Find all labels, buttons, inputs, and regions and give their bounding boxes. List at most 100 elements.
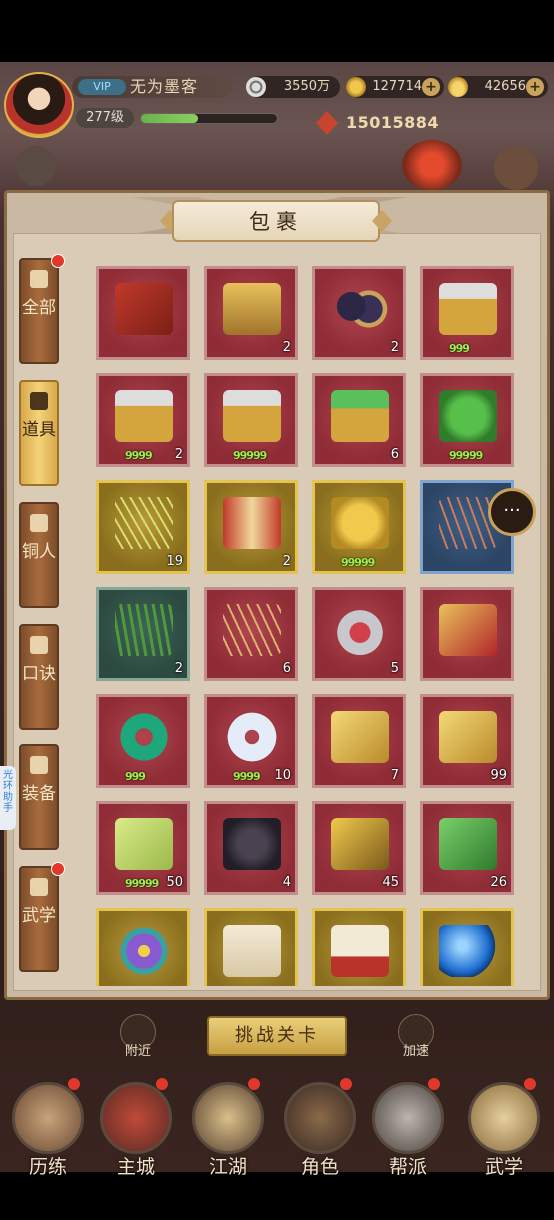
item-count: 19 bbox=[166, 554, 183, 569]
nav-martial-arts[interactable]: 武学 bbox=[464, 1078, 544, 1178]
item-slot[interactable] bbox=[96, 266, 190, 360]
item-slot[interactable]: 99999 bbox=[312, 480, 406, 574]
item-slot[interactable]: 19 bbox=[96, 480, 190, 574]
item-slot[interactable] bbox=[312, 908, 406, 986]
item-slot[interactable] bbox=[420, 587, 514, 681]
qianji-box-icon bbox=[331, 925, 389, 977]
nav-label: 主城 bbox=[116, 1156, 155, 1178]
player-name: 无为墨客 bbox=[130, 77, 199, 96]
tab-martial-arts[interactable]: 武学 bbox=[19, 862, 65, 972]
combat-power: 15015884 bbox=[316, 111, 439, 135]
shang-token-icon bbox=[439, 604, 497, 656]
nav-label: 帮派 bbox=[388, 1156, 427, 1178]
item-slot[interactable]: 9999 2 bbox=[96, 373, 190, 467]
assistant-side-tab[interactable]: 光环助手 bbox=[0, 766, 16, 830]
nav-main-city[interactable]: 主城 bbox=[96, 1078, 176, 1178]
tab-label: 口诀 bbox=[22, 664, 56, 684]
tab-label: 全部 bbox=[22, 298, 56, 318]
nav-training[interactable]: 历练 bbox=[8, 1078, 88, 1178]
tab-formula[interactable]: 口诀 bbox=[19, 624, 59, 730]
nearby-button[interactable]: 附近 bbox=[116, 1014, 160, 1059]
item-slot[interactable]: 26 bbox=[420, 801, 514, 895]
player-avatar[interactable] bbox=[4, 72, 74, 138]
weapon-chest-icon bbox=[439, 283, 497, 335]
item-count: 26 bbox=[490, 875, 507, 890]
item-slot[interactable]: 6 bbox=[204, 587, 298, 681]
item-slot[interactable]: 2 bbox=[204, 480, 298, 574]
nav-guild[interactable]: 帮派 bbox=[368, 1078, 448, 1178]
gold-ingot-icon bbox=[346, 77, 366, 97]
add-yuanbao-button[interactable]: + bbox=[526, 78, 544, 96]
chat-bubble-button[interactable]: ··· bbox=[488, 488, 536, 536]
item-slot[interactable]: 9999 10 bbox=[204, 694, 298, 788]
tab-label: 武学 bbox=[22, 906, 56, 926]
currency-yuanbao: 42656 + bbox=[448, 76, 548, 98]
item-count: 50 bbox=[166, 875, 183, 890]
nav-jianghu[interactable]: 江湖 bbox=[188, 1078, 268, 1178]
exp-bar-fill bbox=[141, 114, 199, 123]
item-count: 2 bbox=[282, 554, 291, 569]
item-slot[interactable]: 99999 50 bbox=[96, 801, 190, 895]
currency-silver: 3550万 bbox=[246, 76, 340, 98]
item-count: 2 bbox=[282, 340, 291, 355]
item-count: 2 bbox=[390, 340, 399, 355]
item-count: 99 bbox=[490, 768, 507, 783]
event-gift-icon[interactable] bbox=[494, 146, 538, 190]
pavilion-icon[interactable] bbox=[16, 146, 56, 186]
jade-tablet-icon bbox=[115, 818, 173, 870]
item-count: 6 bbox=[390, 447, 399, 462]
character-icon bbox=[284, 1082, 356, 1154]
speedup-button[interactable]: 加速 bbox=[394, 1014, 438, 1059]
qianji-scroll-icon bbox=[223, 925, 281, 977]
rouge-box-icon bbox=[331, 604, 389, 656]
armor-icon bbox=[30, 756, 48, 774]
item-slot[interactable]: 45 bbox=[312, 801, 406, 895]
item-slot[interactable]: 99999 bbox=[420, 373, 514, 467]
item-slot[interactable]: 99 bbox=[420, 694, 514, 788]
notification-dot bbox=[248, 1078, 260, 1090]
jianghu-icon bbox=[192, 1082, 264, 1154]
bronze-man-icon bbox=[30, 514, 48, 532]
tab-items[interactable]: 道具 bbox=[19, 380, 59, 486]
gold-ore-icon bbox=[331, 711, 389, 763]
item-level: 999 bbox=[449, 342, 470, 355]
item-slot[interactable]: 999 bbox=[96, 694, 190, 788]
flower-icon bbox=[115, 925, 173, 977]
challenge-stage-button[interactable]: 挑战关卡 bbox=[207, 1016, 347, 1056]
dark-orbs-icon bbox=[331, 283, 389, 335]
item-slot[interactable]: 2 bbox=[96, 587, 190, 681]
te-stone-icon bbox=[331, 818, 389, 870]
event-lantern-icon[interactable] bbox=[402, 140, 462, 190]
status-bar-area bbox=[0, 0, 554, 62]
tab-bronze-man[interactable]: 铜人 bbox=[19, 502, 59, 608]
currency-silver-value: 3550万 bbox=[283, 79, 330, 94]
scroll-icon bbox=[30, 636, 48, 654]
blue-orb-icon bbox=[439, 925, 497, 977]
item-slot[interactable]: 4 bbox=[204, 801, 298, 895]
notification-dot bbox=[156, 1078, 168, 1090]
scrolls-icon bbox=[468, 1082, 540, 1154]
add-gold-button[interactable]: + bbox=[422, 78, 440, 96]
item-count: 5 bbox=[390, 661, 399, 676]
item-level: 99999 bbox=[233, 449, 267, 462]
item-slot[interactable] bbox=[420, 908, 514, 986]
tab-all[interactable]: 全部 bbox=[19, 254, 65, 364]
tab-equipment[interactable]: 装备 bbox=[19, 744, 59, 850]
notification-dot bbox=[51, 254, 65, 268]
item-slot[interactable]: 2 bbox=[312, 266, 406, 360]
item-count: 7 bbox=[390, 768, 399, 783]
item-slot[interactable]: 6 bbox=[312, 373, 406, 467]
item-slot[interactable]: 2 bbox=[204, 266, 298, 360]
item-count: 2 bbox=[174, 447, 183, 462]
item-slot[interactable]: 7 bbox=[312, 694, 406, 788]
item-slot[interactable] bbox=[204, 908, 298, 986]
item-slot[interactable] bbox=[96, 908, 190, 986]
item-slot[interactable]: 5 bbox=[312, 587, 406, 681]
wu-token-icon bbox=[439, 390, 497, 442]
item-slot[interactable]: 99999 bbox=[204, 373, 298, 467]
currency-yuanbao-value: 42656 bbox=[484, 79, 526, 94]
item-slot[interactable]: 999 bbox=[420, 266, 514, 360]
bag-title: 包裹 bbox=[249, 210, 303, 234]
nav-character[interactable]: 角色 bbox=[280, 1078, 360, 1178]
tab-label: 道具 bbox=[22, 420, 56, 440]
